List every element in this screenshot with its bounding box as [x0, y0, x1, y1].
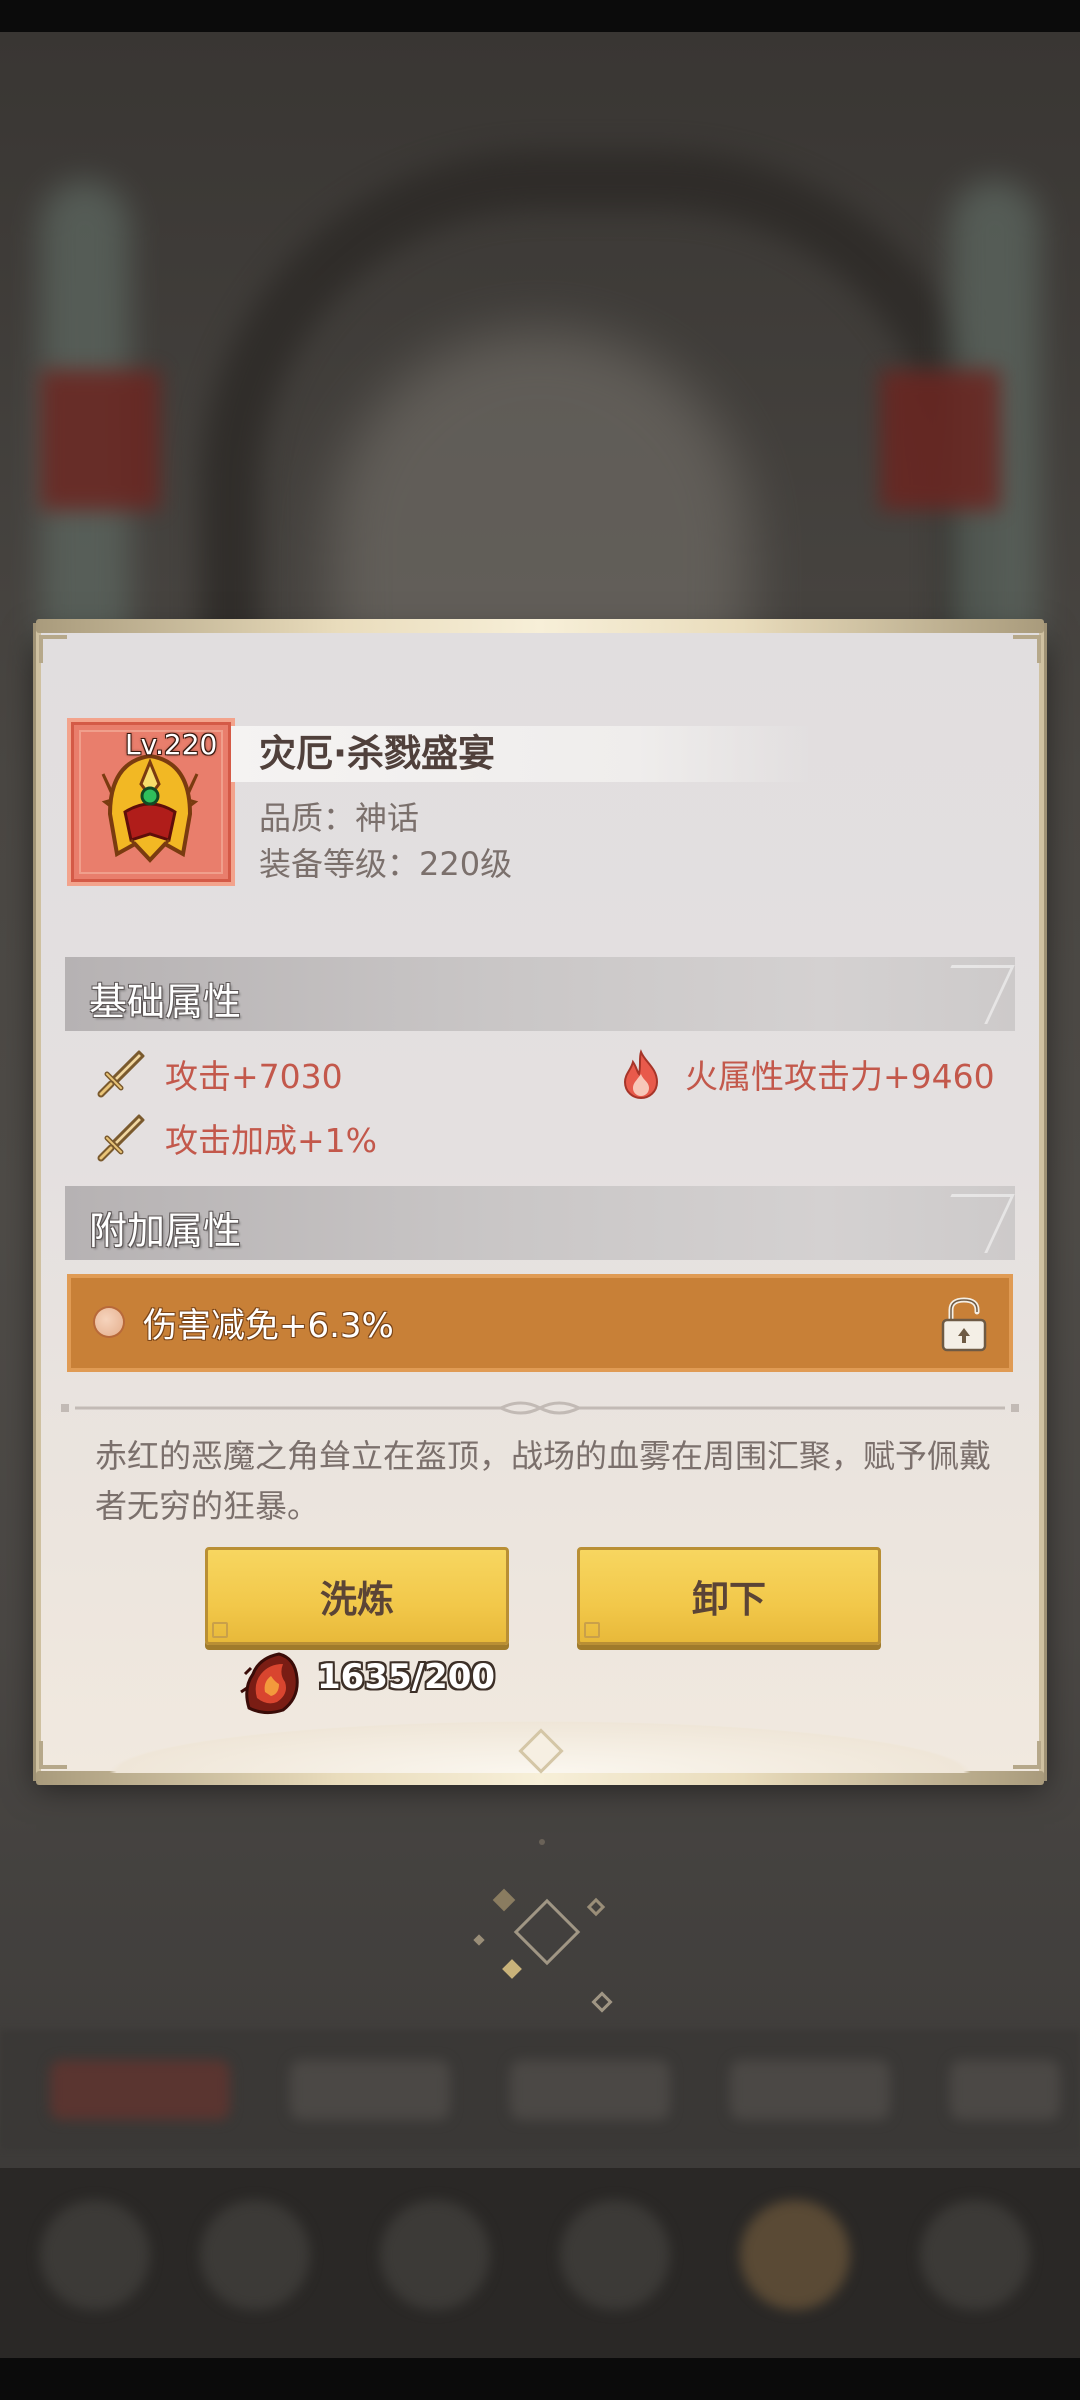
item-name: 灾厄·杀戮盛宴 [259, 732, 496, 775]
dialog-top-border [36, 619, 1044, 633]
scene-nav-item [560, 2200, 670, 2310]
scene-bottom-nav [0, 2168, 1080, 2358]
unequip-button-label: 卸下 [692, 1578, 766, 1621]
button-notch [584, 1622, 600, 1638]
scene-tab [290, 2060, 450, 2120]
extra-attribute-text: 伤害减免+6.3% [143, 1306, 394, 1346]
scene-nav-item [380, 2200, 490, 2310]
attribute-row: 攻击加成+1% [95, 1113, 377, 1163]
refine-stone-icon [240, 1652, 299, 1715]
corner-ornament [1013, 635, 1041, 663]
item-level-label: Lv.220 [125, 728, 218, 761]
item-icon-frame[interactable]: Lv.220 [67, 718, 235, 886]
equipment-detail-dialog: Lv.220 灾厄·杀戮盛宴 品质：神话 装备等级：220级 基础属性 攻击+7… [36, 619, 1044, 1785]
scene-tab [730, 2060, 890, 2120]
divider-ornament [61, 1401, 1019, 1415]
section-title: 基础属性 [89, 980, 242, 1024]
section-title: 附加属性 [89, 1209, 242, 1253]
scene-tab [950, 2060, 1060, 2120]
unlock-icon[interactable] [939, 1296, 989, 1354]
sword-icon [97, 1114, 145, 1162]
attribute-row: 攻击+7030 [95, 1049, 343, 1099]
attribute-text: 攻击加成+1% [165, 1121, 378, 1160]
unequip-button[interactable]: 卸下 [577, 1547, 881, 1645]
attribute-bullet-icon [95, 1308, 123, 1336]
system-nav-bar [0, 2358, 1080, 2400]
sword-icon [97, 1050, 145, 1098]
item-equip-level: 装备等级：220级 [259, 845, 513, 883]
scene-nav-item [200, 2200, 310, 2310]
item-description: 赤红的恶魔之角耸立在盔顶，战场的血雾在周围汇聚，赋予佩戴者无穷的狂暴。 [95, 1437, 992, 1525]
refine-button[interactable]: 洗炼 [205, 1547, 509, 1645]
flame-helmet-icon [101, 753, 199, 863]
status-bar [0, 0, 1080, 32]
attribute-row: 火属性攻击力+9460 [615, 1049, 995, 1100]
button-notch [212, 1622, 228, 1638]
scene-banner-right [880, 370, 1000, 510]
scene-tab [50, 2060, 230, 2120]
corner-ornament [39, 635, 67, 663]
scene-tab [510, 2060, 670, 2120]
scene-nav-item [740, 2200, 850, 2310]
extra-attribute-row[interactable]: 伤害减免+6.3% [67, 1274, 1013, 1372]
attribute-text: 火属性攻击力+9460 [685, 1057, 995, 1096]
scene-banner-left [40, 370, 160, 510]
refine-button-label: 洗炼 [320, 1578, 394, 1621]
fire-icon [623, 1049, 659, 1100]
refine-cost-count: 1635/200 [317, 1657, 496, 1697]
basic-attributes-header: 基础属性 [65, 957, 1015, 1031]
scene-nav-item [40, 2200, 150, 2310]
sparkle-decoration [473, 1839, 613, 2013]
attribute-text: 攻击+7030 [165, 1057, 343, 1096]
scene-nav-item [920, 2200, 1030, 2310]
item-quality: 品质：神话 [259, 799, 420, 837]
extra-attributes-header: 附加属性 [65, 1186, 1015, 1260]
